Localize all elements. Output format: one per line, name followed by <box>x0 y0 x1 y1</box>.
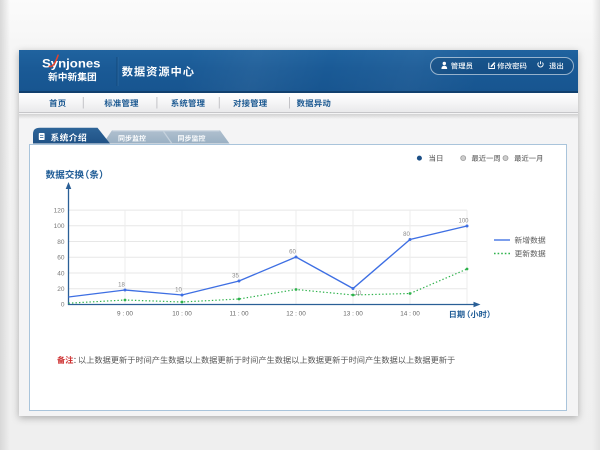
svg-text:Synjones: Synjones <box>42 57 101 70</box>
svg-text:10 : 00: 10 : 00 <box>172 311 192 318</box>
svg-text:13 : 00: 13 : 00 <box>343 311 363 318</box>
svg-text:12 : 00: 12 : 00 <box>286 311 306 318</box>
svg-text:14 : 00: 14 : 00 <box>400 311 420 318</box>
svg-text:100: 100 <box>54 223 65 230</box>
svg-text:60: 60 <box>57 255 65 262</box>
svg-text:60: 60 <box>289 250 296 256</box>
svg-text:11 : 00: 11 : 00 <box>229 311 249 318</box>
svg-text:120: 120 <box>54 207 65 214</box>
svg-text:0: 0 <box>61 302 65 309</box>
svg-text:80: 80 <box>403 232 410 238</box>
svg-text:18: 18 <box>118 283 125 289</box>
svg-text:100: 100 <box>458 219 469 225</box>
svg-text:10: 10 <box>175 288 182 294</box>
svg-text:40: 40 <box>57 270 65 277</box>
svg-text:35: 35 <box>232 274 239 280</box>
svg-text:10: 10 <box>355 291 362 297</box>
svg-text:80: 80 <box>57 239 65 246</box>
svg-text:9 : 00: 9 : 00 <box>117 311 133 318</box>
svg-text:20: 20 <box>57 286 65 293</box>
